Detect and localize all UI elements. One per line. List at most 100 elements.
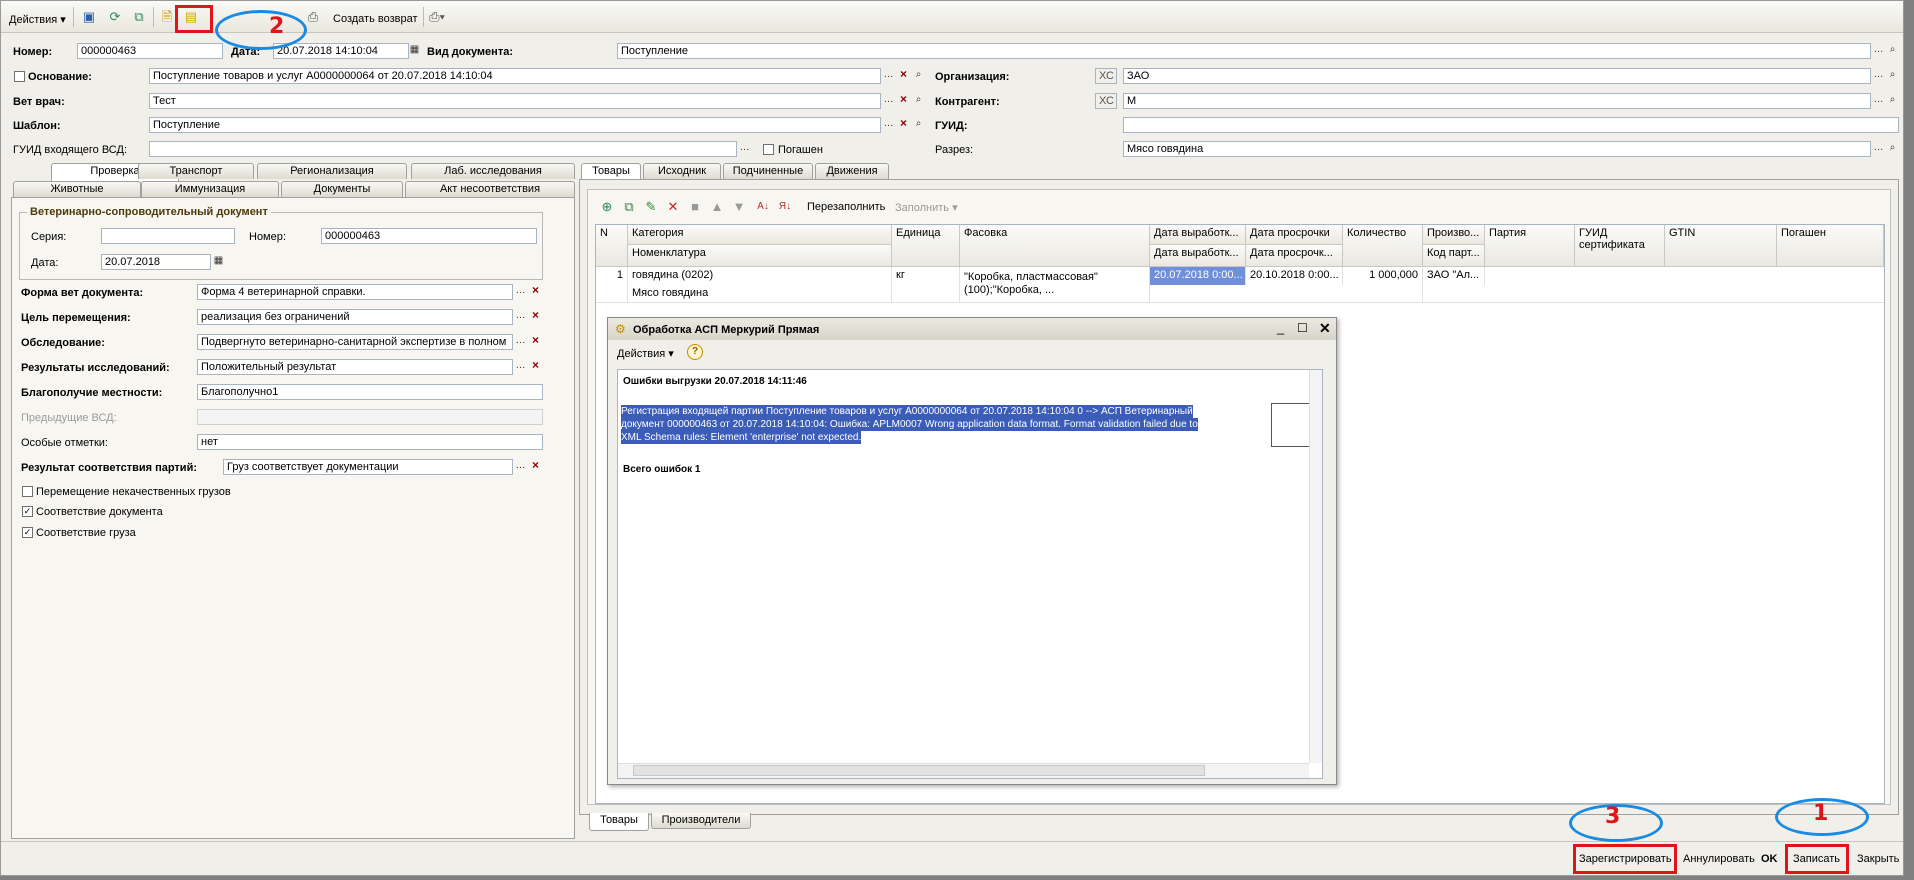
purpose-field[interactable]: реализация без ограничений <box>197 309 513 325</box>
tab-animals[interactable]: Животные <box>13 181 141 197</box>
tab-documents[interactable]: Документы <box>281 181 403 197</box>
conformity-select-button[interactable]: … <box>513 459 528 474</box>
tab-lab-tests[interactable]: Лаб. исследования <box>411 163 575 179</box>
add-document-icon[interactable]: 🗎 <box>157 7 177 27</box>
tab-transport[interactable]: Транспорт <box>138 163 254 179</box>
move-up-icon[interactable]: ▲ <box>707 197 727 217</box>
close-button[interactable]: Закрыть <box>1857 847 1899 871</box>
copy-icon[interactable]: ⧉ <box>129 7 149 27</box>
move-down-icon[interactable]: ▼ <box>729 197 749 217</box>
tab-regionalization[interactable]: Регионализация <box>257 163 407 179</box>
col-prod-date2-header[interactable]: Дата выработк... <box>1150 245 1246 267</box>
actions-menu[interactable]: Действия ▾ <box>9 13 66 26</box>
print-preview-icon[interactable]: ⎙ <box>303 7 323 27</box>
end-edit-icon[interactable]: ■ <box>685 197 705 217</box>
cb-nonquality-checkbox[interactable] <box>22 486 33 497</box>
col-prod-date-header[interactable]: Дата выработк... <box>1150 225 1246 245</box>
template-search-icon[interactable]: ⌕ <box>911 117 926 132</box>
save-icon[interactable]: ▣ <box>79 7 99 27</box>
table-row[interactable]: 1 говядина (0202) Мясо говядина кг "Коро… <box>596 267 1884 303</box>
wellbeing-field[interactable]: Благополучно1 <box>197 384 543 400</box>
org-field[interactable]: ЗАО <box>1123 68 1871 84</box>
vet-field[interactable]: Тест <box>149 93 881 109</box>
refill-button[interactable]: Перезаполнить <box>807 201 885 213</box>
delete-row-icon[interactable]: ✕ <box>663 197 683 217</box>
vet-select-button[interactable]: … <box>881 93 896 108</box>
basis-select-button[interactable]: … <box>881 68 896 83</box>
vsd-calendar-icon[interactable]: ▦ <box>211 254 226 269</box>
close-icon[interactable]: ✕ <box>1319 320 1331 337</box>
fill-button[interactable]: Заполнить ▾ <box>895 201 958 214</box>
horizontal-scroll-thumb[interactable] <box>633 765 1205 776</box>
col-packing-header[interactable]: Фасовка <box>960 225 1150 267</box>
col-batch-header[interactable]: Партия <box>1485 225 1575 267</box>
ok-button[interactable]: OK <box>1761 847 1778 871</box>
create-return-button[interactable]: Создать возврат <box>333 13 418 25</box>
col-batch-code-header[interactable]: Код парт... <box>1423 245 1485 267</box>
col-guid-cert-header[interactable]: ГУИД сертификата <box>1575 225 1665 267</box>
maximize-icon[interactable]: ☐ <box>1297 321 1308 335</box>
tab-nonconformity-act[interactable]: Акт несоответствия <box>405 181 575 197</box>
form-clear-icon[interactable]: × <box>528 284 543 299</box>
col-gtin-header[interactable]: GTIN <box>1665 225 1777 267</box>
tab-subordinate[interactable]: Подчиненные <box>723 163 813 179</box>
basis-checkbox[interactable] <box>14 71 25 82</box>
tab-goods-bottom[interactable]: Товары <box>589 813 649 831</box>
doc-type-search-icon[interactable]: ⌕ <box>1885 43 1900 58</box>
date-field[interactable]: 20.07.2018 14:10:04 <box>273 43 409 59</box>
cut-field[interactable]: Мясо говядина <box>1123 141 1871 157</box>
doc-type-select-button[interactable]: … <box>1871 43 1886 58</box>
col-exp-date2-header[interactable]: Дата просрочк... <box>1246 245 1343 267</box>
cut-search-icon[interactable]: ⌕ <box>1885 141 1900 156</box>
copy-row-icon[interactable]: ⧉ <box>619 197 639 217</box>
series-field[interactable] <box>101 228 235 244</box>
form-field[interactable]: Форма 4 ветеринарной справки. <box>197 284 513 300</box>
edit-row-icon[interactable]: ✎ <box>641 197 661 217</box>
guid-field[interactable] <box>1123 117 1899 133</box>
minimize-icon[interactable]: _ <box>1277 320 1284 335</box>
col-category-header[interactable]: Категория <box>628 225 892 245</box>
guid-vsd-field[interactable] <box>149 141 737 157</box>
col-qty-header[interactable]: Количество <box>1343 225 1423 267</box>
vsd-number-field[interactable]: 000000463 <box>321 228 537 244</box>
sort-asc-icon[interactable]: A↓ <box>753 197 773 217</box>
tab-movements[interactable]: Движения <box>815 163 889 179</box>
results-field[interactable]: Положительный результат <box>197 359 513 375</box>
printer-icon[interactable]: ⎙▾ <box>427 7 447 27</box>
col-nomenclature-header[interactable]: Номенклатура <box>628 245 892 267</box>
notes-field[interactable]: нет <box>197 434 543 450</box>
vet-clear-icon[interactable]: × <box>896 93 911 108</box>
org-select-button[interactable]: … <box>1871 68 1886 83</box>
tab-source[interactable]: Исходник <box>643 163 721 179</box>
cb-document-checkbox[interactable]: ✓ <box>22 506 33 517</box>
col-producer-header[interactable]: Произво... <box>1423 225 1485 245</box>
inspection-field[interactable]: Подвергнуто ветеринарно-санитарной экспе… <box>197 334 513 350</box>
doc-type-field[interactable]: Поступление <box>617 43 1871 59</box>
tab-producers[interactable]: Производители <box>651 813 751 829</box>
col-repaid-header[interactable]: Погашен <box>1777 225 1884 267</box>
basis-field[interactable]: Поступление товаров и услуг А0000000064 … <box>149 68 881 84</box>
org-prefix[interactable]: ХС <box>1095 68 1117 84</box>
number-field[interactable]: 000000463 <box>77 43 223 59</box>
template-clear-icon[interactable]: × <box>896 117 911 132</box>
dialog-vertical-scrollbar[interactable] <box>1309 370 1322 763</box>
contractor-field[interactable]: М <box>1123 93 1871 109</box>
col-n-header[interactable]: N <box>596 225 628 267</box>
contractor-prefix[interactable]: ХС <box>1095 93 1117 109</box>
template-field[interactable]: Поступление <box>149 117 881 133</box>
org-search-icon[interactable]: ⌕ <box>1885 68 1900 83</box>
add-row-icon[interactable]: ⊕ <box>597 197 617 217</box>
purpose-clear-icon[interactable]: × <box>528 309 543 324</box>
basis-clear-icon[interactable]: × <box>896 68 911 83</box>
guid-vsd-select-button[interactable]: … <box>737 141 752 156</box>
inspection-clear-icon[interactable]: × <box>528 334 543 349</box>
cancel-button[interactable]: Аннулировать <box>1683 847 1755 871</box>
cb-cargo-checkbox[interactable]: ✓ <box>22 527 33 538</box>
vsd-date-field[interactable]: 20.07.2018 <box>101 254 211 270</box>
calendar-icon[interactable]: ▦ <box>407 43 422 58</box>
repaid-checkbox[interactable] <box>763 144 774 155</box>
sort-desc-icon[interactable]: Я↓ <box>775 197 795 217</box>
cut-select-button[interactable]: … <box>1871 141 1886 156</box>
dialog-actions-menu[interactable]: Действия ▾ <box>617 347 674 360</box>
help-icon[interactable]: ? <box>687 344 703 360</box>
